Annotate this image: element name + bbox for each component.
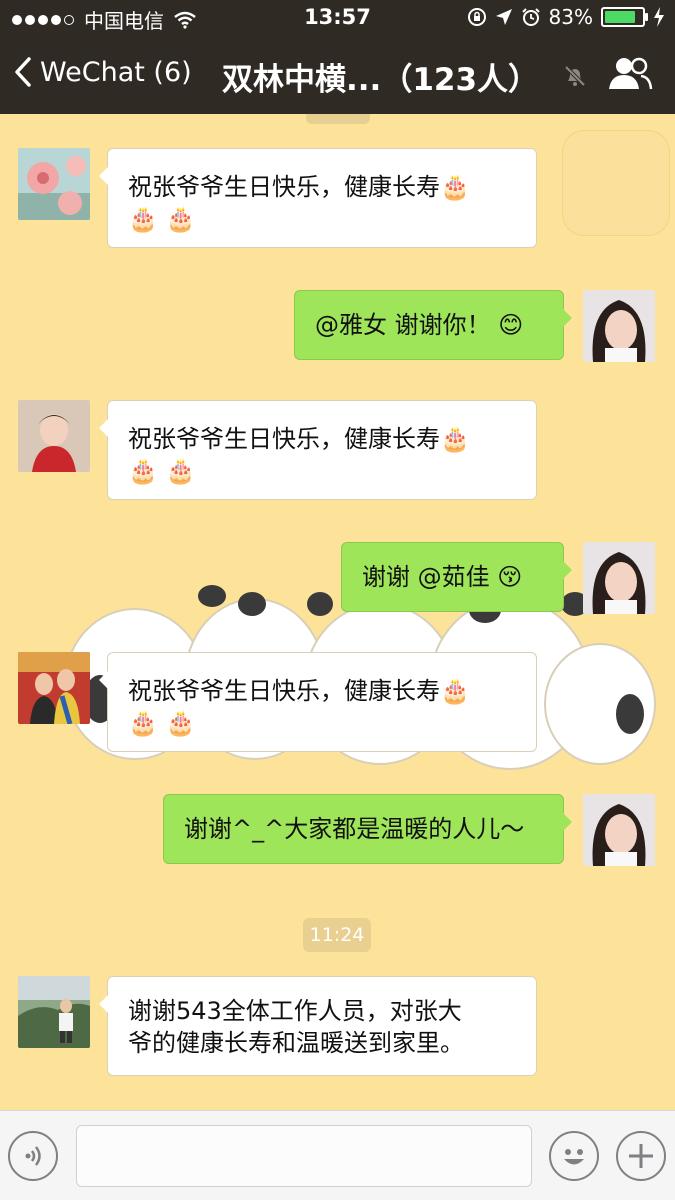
cake-emoji: 🎂 — [128, 709, 158, 737]
back-button[interactable]: WeChat (6) — [14, 56, 192, 88]
avatar[interactable] — [583, 542, 655, 614]
chat-title: 双林中横...（123人） — [222, 62, 540, 98]
message-text-line1: 谢谢543全体工作人员，对张大 — [128, 997, 462, 1025]
girl-avatar-image — [583, 794, 655, 866]
message-bubble-incoming[interactable]: 祝张爷爷生日快乐，健康长寿🎂 🎂 🎂 — [99, 652, 537, 752]
alarm-clock-icon — [521, 8, 540, 26]
message-text: 祝张爷爷生日快乐，健康长寿 — [128, 677, 440, 705]
message-bubble-incoming[interactable]: 祝张爷爷生日快乐，健康长寿🎂 🎂 🎂 — [99, 148, 537, 248]
message-bubble-incoming[interactable]: 祝张爷爷生日快乐，健康长寿🎂 🎂 🎂 — [99, 400, 537, 500]
smiley-icon — [564, 1149, 584, 1165]
message-input[interactable] — [76, 1125, 532, 1187]
cake-emoji: 🎂 — [128, 457, 158, 485]
bell-slash-icon — [564, 65, 586, 87]
back-label: WeChat (6) — [40, 56, 192, 88]
plus-icon — [629, 1144, 653, 1168]
avatar[interactable] — [18, 976, 90, 1048]
nav-bar: WeChat (6) 双林中横...（123人） — [0, 36, 675, 114]
message-bubble-incoming[interactable]: 谢谢543全体工作人员，对张大 爷的健康长寿和温暖送到家里。 — [99, 976, 537, 1076]
cake-emoji: 🎂 — [128, 205, 158, 233]
location-arrow-icon — [495, 9, 512, 25]
couple-avatar-image — [18, 652, 90, 724]
message-text-line2: 爷的健康长寿和温暖送到家里。 — [128, 1029, 464, 1057]
battery-percent: 83% — [548, 5, 593, 29]
more-button[interactable] — [616, 1131, 666, 1181]
status-right: 83% — [467, 5, 665, 29]
charging-bolt-icon — [654, 7, 664, 27]
chevron-left-icon — [15, 57, 31, 87]
avatar[interactable] — [583, 290, 655, 362]
rotation-lock-icon — [467, 8, 486, 26]
cake-emoji: 🎂 — [440, 677, 470, 705]
message-text: 祝张爷爷生日快乐，健康长寿 — [128, 173, 440, 201]
flower-avatar-image — [18, 148, 90, 220]
people-icon[interactable] — [607, 56, 653, 92]
sticker-placeholder[interactable] — [562, 130, 670, 236]
message-text: 谢谢^_^大家都是温暖的人儿～ — [184, 815, 525, 843]
status-bar: 中国电信 13:57 83% — [0, 0, 675, 36]
message-text: @雅女 谢谢你！ — [315, 311, 491, 339]
voice-button[interactable] — [8, 1131, 58, 1181]
time-divider: 11:24 — [303, 918, 371, 952]
smile-emoji: 😊 — [498, 311, 524, 339]
girl-avatar-image — [583, 542, 655, 614]
cake-emoji: 🎂 — [165, 205, 196, 233]
battery-level — [605, 11, 635, 23]
avatar[interactable] — [18, 652, 90, 724]
girl-avatar-image — [583, 290, 655, 362]
previous-time-pill — [306, 114, 370, 124]
message-bubble-outgoing[interactable]: 谢谢 @茹佳 😚 — [341, 542, 572, 612]
message-text: 谢谢 @茹佳 — [362, 563, 490, 591]
message-text: 祝张爷爷生日快乐，健康长寿 — [128, 425, 440, 453]
message-bubble-outgoing[interactable]: @雅女 谢谢你！ 😊 — [294, 290, 572, 360]
avatar[interactable] — [18, 400, 90, 472]
input-bar — [0, 1110, 675, 1200]
cake-emoji: 🎂 — [440, 173, 470, 201]
man-outdoor-avatar-image — [18, 976, 90, 1048]
woman-red-avatar-image — [18, 400, 90, 472]
cake-emoji: 🎂 — [440, 425, 470, 453]
avatar[interactable] — [18, 148, 90, 220]
battery-icon — [601, 7, 648, 27]
kiss-emoji: 😚 — [497, 563, 523, 591]
chat-area[interactable]: 祝张爷爷生日快乐，健康长寿🎂 🎂 🎂 @雅女 谢谢你！ 😊 祝张爷爷生日快乐，健… — [0, 114, 675, 1110]
cake-emoji: 🎂 — [165, 709, 196, 737]
message-bubble-outgoing[interactable]: 谢谢^_^大家都是温暖的人儿～ — [163, 794, 572, 864]
emoji-button[interactable] — [549, 1131, 599, 1181]
voice-icon — [25, 1146, 41, 1166]
avatar[interactable] — [583, 794, 655, 866]
cake-emoji: 🎂 — [165, 457, 196, 485]
